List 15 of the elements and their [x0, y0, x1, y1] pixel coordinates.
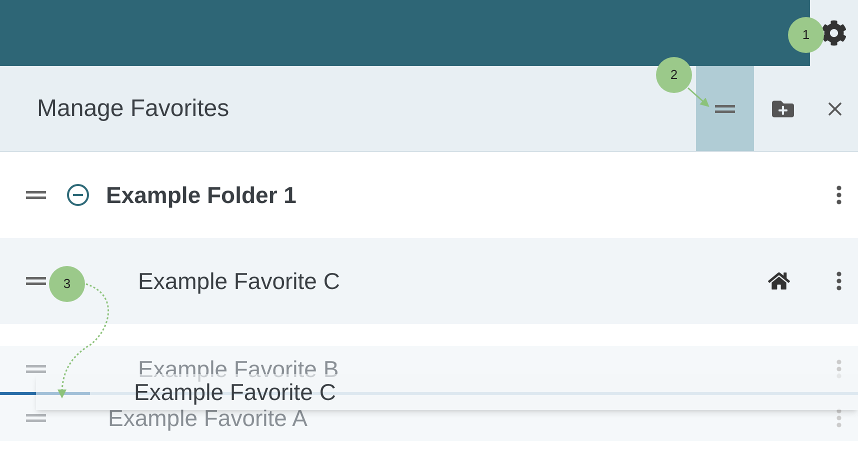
drag-handle-icon[interactable] [715, 104, 735, 114]
reorder-button[interactable] [696, 66, 754, 151]
drag-handle-icon[interactable] [26, 276, 46, 286]
panel-title: Manage Favorites [37, 94, 230, 124]
more-options-icon[interactable] [836, 185, 842, 205]
favorite-name: Example Favorite C [138, 266, 340, 296]
collapse-icon[interactable] [66, 183, 90, 207]
settings-icon[interactable] [821, 20, 847, 46]
more-options-icon[interactable] [836, 271, 842, 291]
drag-handle-icon[interactable] [26, 413, 46, 423]
drag-handle-icon[interactable] [26, 364, 46, 374]
callout-arrow [688, 87, 710, 107]
favorite-name: Example Favorite A [108, 404, 308, 433]
drag-handle-icon[interactable] [26, 190, 46, 200]
folder-name: Example Folder 1 [106, 180, 296, 210]
